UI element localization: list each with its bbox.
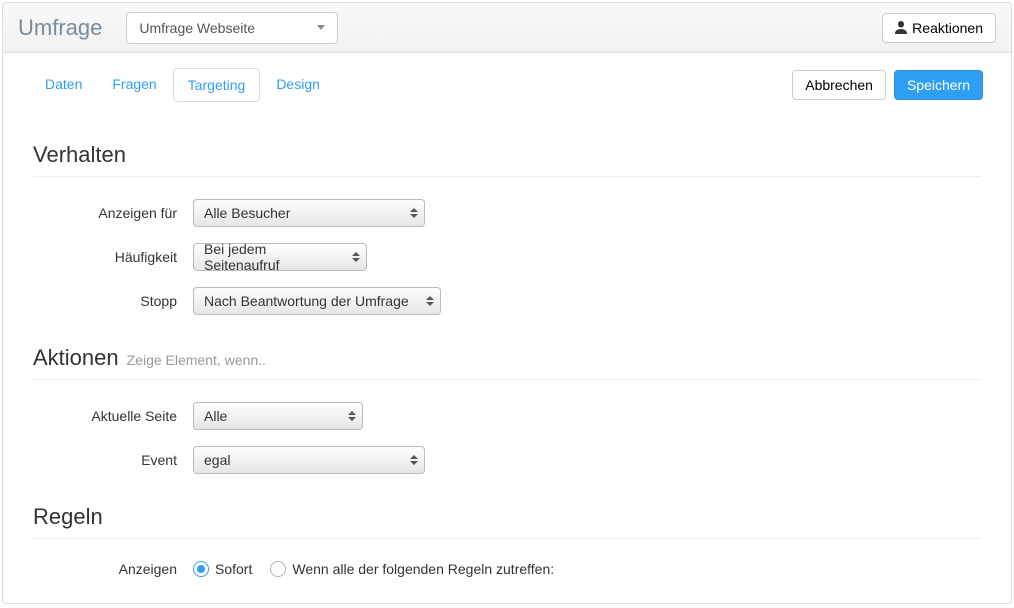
label-frequency: Häufigkeit <box>33 249 193 265</box>
section-rules: Regeln Anzeigen Sofort Wenn alle der fol… <box>3 490 1011 577</box>
select-current-page[interactable]: Alle <box>193 402 363 430</box>
section-actions: Aktionen Zeige Element, wenn.. Aktuelle … <box>3 331 1011 474</box>
radio-group-show: Sofort Wenn alle der folgenden Regeln zu… <box>193 561 554 577</box>
label-show: Anzeigen <box>33 561 193 577</box>
select-frequency[interactable]: Bei jedem Seitenaufruf <box>193 243 367 271</box>
section-actions-subtitle: Zeige Element, wenn.. <box>127 352 266 368</box>
row-frequency: Häufigkeit Bei jedem Seitenaufruf <box>33 243 981 271</box>
label-stop: Stopp <box>33 293 193 309</box>
section-behavior-heading: Verhalten <box>33 142 981 177</box>
select-show-for[interactable]: Alle Besucher <box>193 199 425 227</box>
select-show-for-value: Alle Besucher <box>204 205 290 221</box>
radio-unchecked-icon <box>270 561 286 577</box>
toolbar-actions: Abbrechen Speichern <box>792 70 983 100</box>
radio-conditional-label: Wenn alle der folgenden Regeln zutreffen… <box>292 561 554 577</box>
updown-icon <box>348 411 356 421</box>
row-stop: Stopp Nach Beantwortung der Umfrage <box>33 287 981 315</box>
radio-immediately-label: Sofort <box>215 561 252 577</box>
chevron-down-icon <box>317 25 325 30</box>
radio-checked-icon <box>193 561 209 577</box>
section-actions-heading: Aktionen Zeige Element, wenn.. <box>33 345 981 380</box>
panel-body: Daten Fragen Targeting Design Abbrechen … <box>3 53 1011 603</box>
select-current-page-value: Alle <box>204 408 227 424</box>
updown-icon <box>410 455 418 465</box>
reactions-button-label: Reaktionen <box>912 20 983 36</box>
radio-immediately[interactable]: Sofort <box>193 561 252 577</box>
tab-design[interactable]: Design <box>262 68 334 102</box>
survey-selector-dropdown[interactable]: Umfrage Webseite <box>126 12 338 44</box>
row-show-for: Anzeigen für Alle Besucher <box>33 199 981 227</box>
label-show-for: Anzeigen für <box>33 205 193 221</box>
toolbar: Daten Fragen Targeting Design Abbrechen … <box>3 53 1011 112</box>
row-current-page: Aktuelle Seite Alle <box>33 402 981 430</box>
page-title: Umfrage <box>18 15 102 41</box>
select-stop[interactable]: Nach Beantwortung der Umfrage <box>193 287 441 315</box>
reactions-button[interactable]: Reaktionen <box>882 13 996 43</box>
row-show: Anzeigen Sofort Wenn alle der folgenden … <box>33 561 981 577</box>
nav-tabs: Daten Fragen Targeting Design <box>31 68 334 102</box>
survey-panel: Umfrage Umfrage Webseite Reaktionen Date… <box>2 2 1012 604</box>
radio-conditional[interactable]: Wenn alle der folgenden Regeln zutreffen… <box>270 561 554 577</box>
tab-fragen[interactable]: Fragen <box>98 68 170 102</box>
section-actions-title: Aktionen <box>33 345 119 371</box>
section-behavior: Verhalten Anzeigen für Alle Besucher Häu… <box>3 112 1011 315</box>
cancel-button[interactable]: Abbrechen <box>792 70 886 100</box>
section-behavior-title: Verhalten <box>33 142 126 168</box>
panel-header: Umfrage Umfrage Webseite Reaktionen <box>3 3 1011 53</box>
section-rules-heading: Regeln <box>33 504 981 539</box>
label-current-page: Aktuelle Seite <box>33 408 193 424</box>
person-icon <box>895 21 907 34</box>
row-event: Event egal <box>33 446 981 474</box>
select-event-value: egal <box>204 452 230 468</box>
select-stop-value: Nach Beantwortung der Umfrage <box>204 293 409 309</box>
updown-icon <box>426 296 434 306</box>
section-rules-title: Regeln <box>33 504 103 530</box>
tab-targeting[interactable]: Targeting <box>173 68 261 102</box>
survey-selector-value: Umfrage Webseite <box>139 20 255 36</box>
tab-daten[interactable]: Daten <box>31 68 96 102</box>
select-frequency-value: Bei jedem Seitenaufruf <box>204 241 344 273</box>
label-event: Event <box>33 452 193 468</box>
save-button[interactable]: Speichern <box>894 70 983 100</box>
updown-icon <box>410 208 418 218</box>
updown-icon <box>352 252 360 262</box>
select-event[interactable]: egal <box>193 446 425 474</box>
